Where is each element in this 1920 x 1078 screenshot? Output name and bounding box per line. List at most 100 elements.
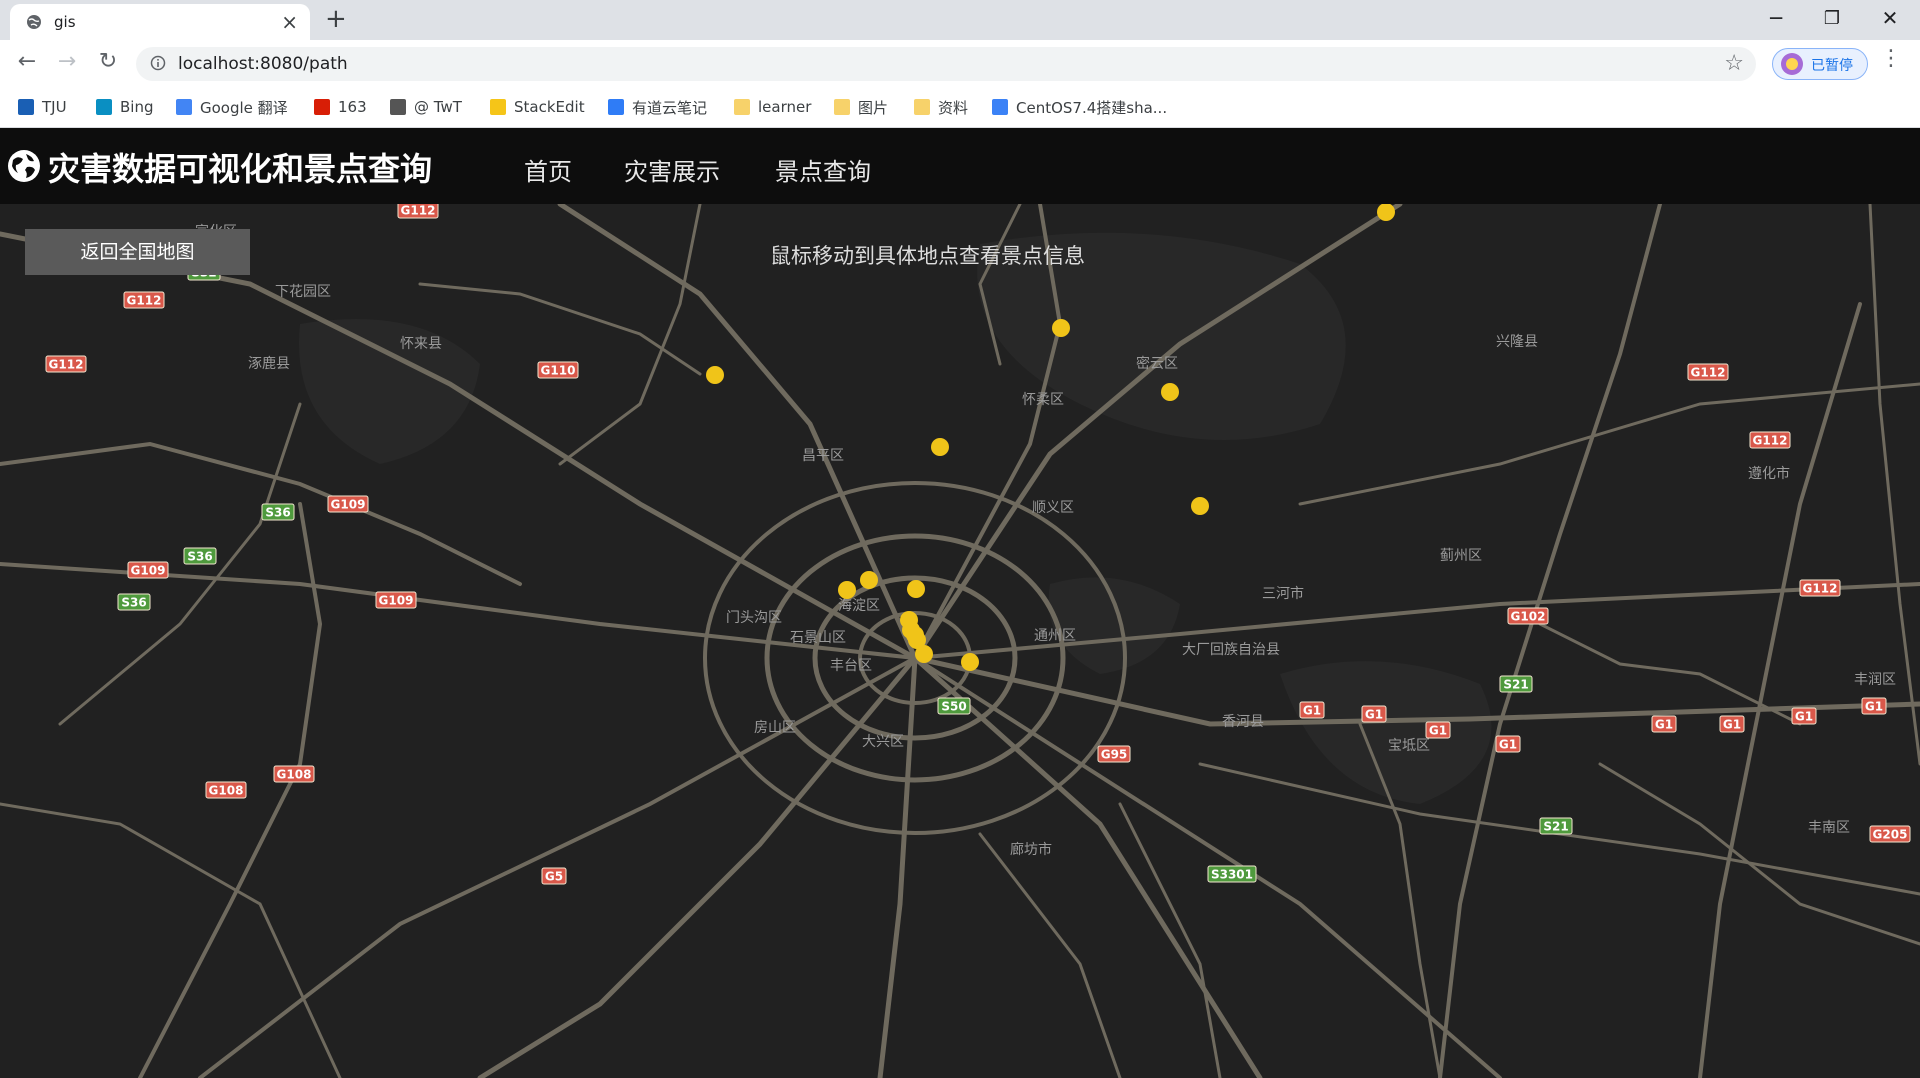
road-shield: G112 <box>1687 363 1729 381</box>
place-label: 丰台区 <box>830 658 872 674</box>
map-hint: 鼠标移动到具体地点查看景点信息 <box>770 244 1085 268</box>
minimize-icon[interactable]: ─ <box>1756 6 1796 30</box>
road-shield: G1 <box>1495 735 1521 753</box>
bookmark-label: 资料 <box>938 98 969 117</box>
road-shield-label: G1 <box>1723 718 1741 732</box>
forward-arrow-icon[interactable]: → <box>52 49 82 74</box>
globe-icon <box>27 15 41 29</box>
browser-toolbar: ← → ↻ localhost:8080/path ☆ 已暂停 ⋮ <box>0 40 1920 88</box>
close-tab-icon[interactable]: × <box>281 10 298 34</box>
road-shield: G109 <box>375 591 417 609</box>
place-label: 怀柔区 <box>1022 392 1064 408</box>
road-shield: S21 <box>1499 675 1533 693</box>
bookmark-label: Bing <box>120 98 154 116</box>
place-label: 房山区 <box>754 720 796 736</box>
road-shield-label: G205 <box>1873 828 1908 842</box>
address-bar[interactable]: localhost:8080/path ☆ <box>136 47 1756 81</box>
nav-attractions[interactable]: 景点查询 <box>775 152 871 187</box>
attraction-marker[interactable] <box>1161 383 1179 401</box>
road-shield: G112 <box>123 291 165 309</box>
bookmark-icon <box>176 99 192 115</box>
place-label: 蓟州区 <box>1440 548 1482 564</box>
attraction-marker[interactable] <box>907 580 925 598</box>
info-icon[interactable] <box>150 55 166 71</box>
bookmark-item[interactable]: 有道云笔记 <box>608 96 707 118</box>
road-shield-label: G95 <box>1101 748 1128 762</box>
place-label: 廊坊市 <box>1010 841 1052 858</box>
bookmark-item[interactable]: CentOS7.4搭建sha... <box>992 96 1167 118</box>
place-label: 石景山区 <box>790 630 846 646</box>
map-canvas[interactable]: 宣化区下花园区怀来县涿鹿县昌平区怀柔区密云区兴隆县遵化市顺义区蓟州区三河市海淀区… <box>0 204 1920 1078</box>
attraction-marker[interactable] <box>838 581 856 599</box>
attraction-marker[interactable] <box>961 653 979 671</box>
nav-disasters[interactable]: 灾害展示 <box>624 152 720 187</box>
place-label: 遵化市 <box>1748 465 1790 482</box>
reload-icon[interactable]: ↻ <box>93 49 123 74</box>
road-shield: S50 <box>937 697 971 715</box>
road-shield-label: G112 <box>1803 582 1838 596</box>
attraction-marker[interactable] <box>1052 319 1070 337</box>
road-shield: G5 <box>541 867 567 885</box>
road-shield: G112 <box>397 204 439 219</box>
road-shield: G109 <box>327 495 369 513</box>
road-shield: G102 <box>1507 607 1549 625</box>
road-shield-label: G1 <box>1865 700 1883 714</box>
url-text: localhost:8080/path <box>178 54 348 74</box>
place-label: 密云区 <box>1136 355 1178 372</box>
road-shield-label: S36 <box>187 550 212 564</box>
bookmark-item[interactable]: 163 <box>314 96 367 118</box>
map-layer[interactable]: 宣化区下花园区怀来县涿鹿县昌平区怀柔区密云区兴隆县遵化市顺义区蓟州区三河市海淀区… <box>0 204 1920 1078</box>
tab-title: gis <box>54 13 76 31</box>
road-shield-label: G1 <box>1655 718 1673 732</box>
place-label: 兴隆县 <box>1496 334 1538 350</box>
bookmark-item[interactable]: learner <box>734 96 811 118</box>
window-close-icon[interactable]: ✕ <box>1870 6 1910 30</box>
road-shield-label: G1 <box>1499 738 1517 752</box>
place-label: 三河市 <box>1262 585 1304 602</box>
bookmark-star-icon[interactable]: ☆ <box>1724 51 1744 76</box>
road-shield: G108 <box>205 781 247 799</box>
nav-home[interactable]: 首页 <box>524 152 572 187</box>
road-shield-label: G112 <box>401 204 436 218</box>
attraction-marker[interactable] <box>860 571 878 589</box>
attraction-marker[interactable] <box>1191 497 1209 515</box>
bookmark-icon <box>390 99 406 115</box>
profile-button[interactable]: 已暂停 <box>1772 48 1868 80</box>
new-tab-icon[interactable]: + <box>325 4 347 34</box>
bookmark-label: @ TwT <box>414 98 462 116</box>
place-label: 丰润区 <box>1854 672 1896 688</box>
place-label: 大厂回族自治县 <box>1182 642 1280 658</box>
bookmark-icon <box>734 99 750 115</box>
road-shield-label: S50 <box>941 700 966 714</box>
bookmark-item[interactable]: TJU <box>18 96 67 118</box>
menu-icon[interactable]: ⋮ <box>1880 46 1902 71</box>
road-shield-label: G108 <box>209 784 244 798</box>
attraction-marker[interactable] <box>915 645 933 663</box>
bookmark-item[interactable]: Bing <box>96 96 154 118</box>
avatar <box>1781 53 1803 75</box>
restore-icon[interactable]: ❐ <box>1812 8 1852 29</box>
bookmark-item[interactable]: @ TwT <box>390 96 462 118</box>
bookmark-item[interactable]: 资料 <box>914 96 968 118</box>
road-shield-label: G1 <box>1795 710 1813 724</box>
road-shield: G1 <box>1299 701 1325 719</box>
road-shield: S36 <box>261 503 295 521</box>
road-shield: G1 <box>1361 705 1387 723</box>
attraction-marker[interactable] <box>931 438 949 456</box>
road-shield: G205 <box>1869 825 1911 843</box>
bookmark-item[interactable]: 图片 <box>834 96 888 118</box>
place-label: 涿鹿县 <box>248 355 290 372</box>
bookmark-icon <box>490 99 506 115</box>
road-shield-label: S36 <box>265 506 290 520</box>
attraction-marker[interactable] <box>706 366 724 384</box>
bookmark-item[interactable]: StackEdit <box>490 96 585 118</box>
back-arrow-icon[interactable]: ← <box>12 49 42 74</box>
road-shield-label: G1 <box>1303 704 1321 718</box>
place-label: 通州区 <box>1034 628 1076 644</box>
place-label: 门头沟区 <box>726 610 782 626</box>
road-shield-label: G1 <box>1365 708 1383 722</box>
browser-tab[interactable]: gis × <box>10 4 310 40</box>
road-shield: G1 <box>1861 697 1887 715</box>
bookmark-item[interactable]: Google 翻译 <box>176 96 288 118</box>
road-shield: G1 <box>1719 715 1745 733</box>
